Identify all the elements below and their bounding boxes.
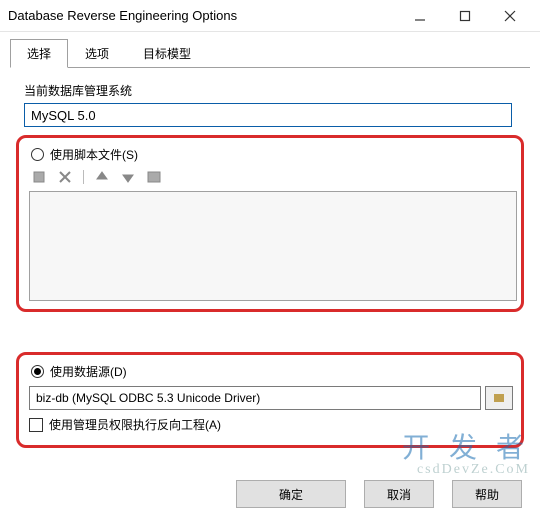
cancel-button[interactable]: 取消 — [364, 480, 434, 508]
tab-select[interactable]: 选择 — [10, 39, 68, 68]
datasource-input[interactable] — [29, 386, 481, 410]
dbms-input[interactable] — [24, 103, 512, 127]
window-title: Database Reverse Engineering Options — [8, 8, 397, 23]
move-up-icon[interactable] — [94, 169, 110, 185]
admin-checkbox-label: 使用管理员权限执行反向工程(A) — [49, 416, 221, 433]
script-file-list[interactable] — [29, 191, 517, 301]
admin-checkbox-row[interactable]: 使用管理员权限执行反向工程(A) — [29, 416, 513, 433]
datasource-browse-button[interactable] — [485, 386, 513, 410]
script-option-group: 使用脚本文件(S) — [16, 135, 524, 312]
minimize-button[interactable] — [397, 1, 442, 31]
close-button[interactable] — [487, 1, 532, 31]
script-toolbar — [31, 169, 513, 185]
tab-panel-select: 当前数据库管理系统 使用脚本文件(S) — [10, 68, 530, 448]
title-bar: Database Reverse Engineering Options — [0, 0, 540, 32]
move-down-icon[interactable] — [120, 169, 136, 185]
dialog-content: 选择 选项 目标模型 当前数据库管理系统 使用脚本文件(S) — [0, 32, 540, 458]
datasource-option-group: 使用数据源(D) 使用管理员权限执行反向工程(A) — [16, 352, 524, 448]
use-datasource-radio[interactable] — [31, 365, 44, 378]
use-script-label: 使用脚本文件(S) — [50, 146, 138, 163]
use-script-radio[interactable] — [31, 148, 44, 161]
ok-button[interactable]: 确定 — [236, 480, 346, 508]
admin-checkbox[interactable] — [29, 418, 43, 432]
tab-bar: 选择 选项 目标模型 — [10, 38, 530, 68]
use-script-radio-row[interactable]: 使用脚本文件(S) — [31, 146, 513, 163]
help-button[interactable]: 帮助 — [452, 480, 522, 508]
toolbar-separator — [83, 170, 84, 184]
remove-icon[interactable] — [57, 169, 73, 185]
use-datasource-label: 使用数据源(D) — [50, 363, 127, 380]
use-datasource-radio-row[interactable]: 使用数据源(D) — [31, 363, 513, 380]
watermark-sub: csdDevZe.CoM — [402, 462, 530, 478]
list-icon[interactable] — [146, 169, 162, 185]
add-file-icon[interactable] — [31, 169, 47, 185]
tab-target-model[interactable]: 目标模型 — [126, 39, 208, 68]
tab-options[interactable]: 选项 — [68, 39, 126, 68]
button-bar: 确定 取消 帮助 — [236, 480, 522, 508]
dbms-label: 当前数据库管理系统 — [24, 82, 524, 99]
maximize-button[interactable] — [442, 1, 487, 31]
